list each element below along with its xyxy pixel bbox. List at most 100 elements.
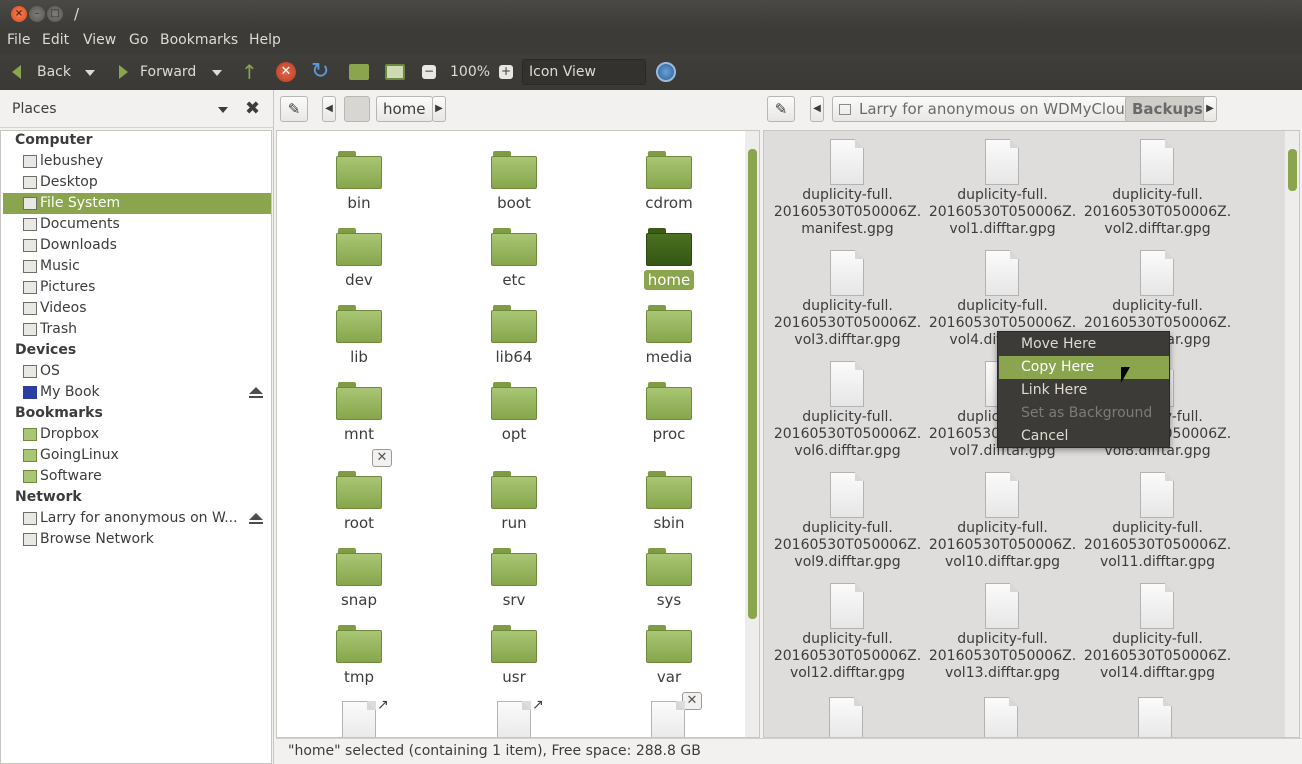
- sidebar-item-pictures[interactable]: Pictures: [3, 277, 271, 298]
- sidebar-item-software[interactable]: Software: [3, 466, 271, 487]
- path-left-arrow[interactable]: ◀: [322, 96, 336, 122]
- back-button[interactable]: Back: [37, 54, 71, 90]
- close-sidebar-icon[interactable]: ✖: [245, 98, 260, 119]
- reload-icon[interactable]: ↻: [311, 54, 329, 90]
- menu-item-copy-here[interactable]: Copy Here: [999, 356, 1169, 379]
- back-history-dropdown[interactable]: [85, 70, 95, 76]
- file-item[interactable]: duplicity-full. 20160530T050006Z. vol3.d…: [770, 242, 925, 348]
- close-badge-icon[interactable]: ✕: [372, 449, 392, 467]
- zoom-out-icon[interactable]: −: [422, 65, 436, 79]
- file-item[interactable]: duplicity-full. 20160530T050006Z. manife…: [770, 131, 925, 237]
- path-right-arrow[interactable]: ▶: [1203, 96, 1217, 122]
- sidebar-item-my-book[interactable]: My Book: [3, 382, 271, 403]
- zoom-in-icon[interactable]: +: [499, 65, 513, 79]
- sidebar-item-file-system[interactable]: File System: [3, 193, 271, 214]
- folder-item[interactable]: bin: [299, 137, 419, 213]
- menu-file[interactable]: File: [7, 32, 30, 48]
- folder-item[interactable]: media: [609, 291, 729, 367]
- path-left-arrow[interactable]: ◀: [810, 96, 824, 122]
- folder-item[interactable]: lib64: [454, 291, 574, 367]
- folder-item[interactable]: boot: [454, 137, 574, 213]
- stop-icon[interactable]: ✕: [276, 62, 296, 82]
- folder-item[interactable]: opt: [454, 368, 574, 444]
- folder-item[interactable]: etc: [454, 214, 574, 290]
- folder-item[interactable]: run: [454, 457, 574, 533]
- sidebar-item-trash[interactable]: Trash: [3, 319, 271, 340]
- search-icon[interactable]: [656, 62, 676, 82]
- sidebar-item-goinglinux[interactable]: GoingLinux: [3, 445, 271, 466]
- eject-icon[interactable]: [249, 387, 263, 398]
- file-item[interactable]: duplicity-full. 20160530T050006Z. vol6.d…: [770, 353, 925, 459]
- menu-edit[interactable]: Edit: [42, 32, 69, 48]
- sidebar-item-downloads[interactable]: Downloads: [3, 235, 271, 256]
- left-scrollbar-thumb[interactable]: [748, 149, 757, 619]
- folder-item[interactable]: proc: [609, 368, 729, 444]
- maximize-window-button[interactable]: □: [47, 6, 63, 22]
- menu-bookmarks[interactable]: Bookmarks: [160, 32, 238, 48]
- folder-item[interactable]: root: [299, 457, 419, 533]
- edit-location-button[interactable]: ✎: [280, 96, 308, 122]
- menu-item-link-here[interactable]: Link Here: [999, 379, 1169, 402]
- folder-item[interactable]: home: [609, 214, 729, 290]
- file-link-icon[interactable]: [342, 701, 376, 737]
- folder-item[interactable]: mnt: [299, 368, 419, 444]
- folder-item[interactable]: dev: [299, 214, 419, 290]
- sidebar-item-desktop[interactable]: Desktop: [3, 172, 271, 193]
- sidebar-item-dropbox[interactable]: Dropbox: [3, 424, 271, 445]
- file-item[interactable]: duplicity-full. 20160530T050006Z. vol1.d…: [925, 131, 1080, 237]
- file-item[interactable]: duplicity-full. 20160530T050006Z. vol9.d…: [770, 464, 925, 570]
- crumb-backups[interactable]: Backups: [1125, 96, 1210, 122]
- file-item[interactable]: duplicity-full. 20160530T050006Z. vol13.…: [925, 575, 1080, 681]
- menu-view[interactable]: View: [83, 32, 116, 48]
- sidebar-item-browse-network[interactable]: Browse Network: [3, 529, 271, 550]
- forward-button[interactable]: Forward: [140, 54, 196, 90]
- folder-item[interactable]: sbin: [609, 457, 729, 533]
- folder-item[interactable]: usr: [454, 611, 574, 687]
- folder-item[interactable]: sys: [609, 534, 729, 610]
- menu-item-cancel[interactable]: Cancel: [999, 425, 1169, 448]
- sidebar-item-documents[interactable]: Documents: [3, 214, 271, 235]
- folder-item[interactable]: snap: [299, 534, 419, 610]
- folder-item[interactable]: lib: [299, 291, 419, 367]
- computer-icon[interactable]: [385, 64, 405, 80]
- sidebar-item-os[interactable]: OS: [3, 361, 271, 382]
- menu-help[interactable]: Help: [249, 32, 281, 48]
- file-item[interactable]: duplicity-full. 20160530T050006Z. vol12.…: [770, 575, 925, 681]
- file-item[interactable]: duplicity-full. 20160530T050006Z. vol10.…: [925, 464, 1080, 570]
- file-icon[interactable]: [1138, 697, 1172, 737]
- folder-item[interactable]: srv: [454, 534, 574, 610]
- edit-location-button[interactable]: ✎: [767, 96, 795, 122]
- sidebar-type-dropdown[interactable]: [218, 107, 228, 113]
- right-scrollbar-thumb[interactable]: [1288, 149, 1297, 191]
- folder-item[interactable]: var: [609, 611, 729, 687]
- sidebar-item-music[interactable]: Music: [3, 256, 271, 277]
- minimize-window-button[interactable]: –: [29, 6, 45, 22]
- left-scrollbar[interactable]: [745, 131, 759, 737]
- menu-item-move-here[interactable]: Move Here: [999, 333, 1169, 356]
- view-mode-select[interactable]: Icon View: [522, 59, 646, 85]
- binary-file-icon[interactable]: [651, 701, 685, 737]
- file-link-icon[interactable]: [497, 701, 531, 737]
- file-item[interactable]: duplicity-full. 20160530T050006Z. vol2.d…: [1080, 131, 1235, 237]
- sidebar-item-lebushey[interactable]: lebushey: [3, 151, 271, 172]
- right-scrollbar[interactable]: [1285, 131, 1299, 737]
- sidebar-item-wdmycloud[interactable]: Larry for anonymous on W...: [3, 508, 271, 529]
- up-arrow-icon[interactable]: ↑: [241, 54, 258, 90]
- root-drive-button[interactable]: [344, 96, 370, 122]
- path-right-arrow[interactable]: ▶: [432, 96, 446, 122]
- folder-item[interactable]: tmp: [299, 611, 419, 687]
- close-badge-icon[interactable]: ✕: [682, 692, 702, 710]
- close-window-button[interactable]: ×: [11, 6, 27, 22]
- home-icon[interactable]: [349, 64, 369, 80]
- sidebar-item-videos[interactable]: Videos: [3, 298, 271, 319]
- crumb-wdmycloud[interactable]: Larry for anonymous on WDMyCloud: [832, 96, 1142, 122]
- folder-item[interactable]: cdrom: [609, 137, 729, 213]
- forward-history-dropdown[interactable]: [212, 70, 222, 76]
- menu-go[interactable]: Go: [129, 32, 148, 48]
- file-item[interactable]: duplicity-full. 20160530T050006Z. vol11.…: [1080, 464, 1235, 570]
- file-item[interactable]: duplicity-full. 20160530T050006Z. vol14.…: [1080, 575, 1235, 681]
- file-icon[interactable]: [984, 697, 1018, 737]
- eject-icon[interactable]: [249, 513, 263, 524]
- file-icon[interactable]: [829, 697, 863, 737]
- crumb-home[interactable]: home: [376, 96, 433, 122]
